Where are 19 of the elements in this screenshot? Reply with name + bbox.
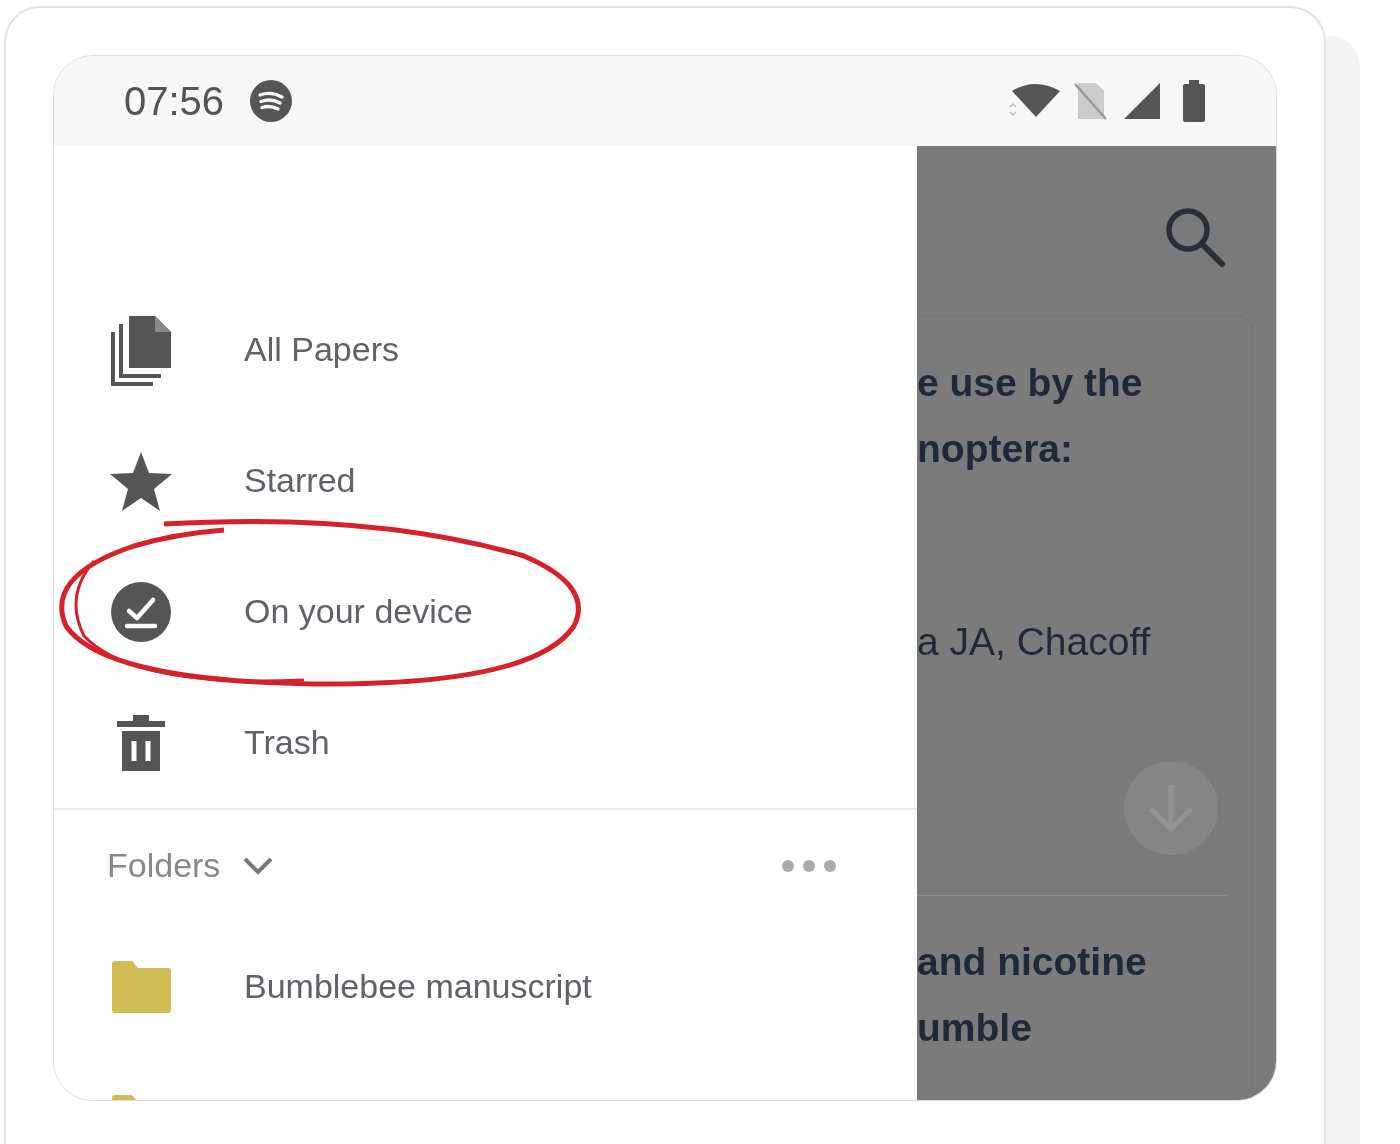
folder-icon bbox=[110, 959, 172, 1014]
drawer-item[interactable]: Starred bbox=[54, 415, 917, 546]
round-stripes-icon bbox=[250, 80, 293, 122]
paper-title: and nicotine umble bbox=[917, 939, 1148, 1051]
folder-item[interactable]: Bumblebee manuscript bbox=[54, 921, 917, 1052]
checkmark-circle-icon bbox=[110, 580, 172, 643]
search-icon[interactable] bbox=[1164, 206, 1226, 268]
battery-icon bbox=[1182, 80, 1206, 122]
folders-toggle[interactable]: Folders bbox=[107, 840, 275, 891]
more-icon[interactable] bbox=[781, 858, 837, 873]
clock: 07:56 bbox=[124, 81, 225, 121]
drawer-item[interactable]: Trash bbox=[54, 677, 917, 808]
drawer-item[interactable]: All Papers bbox=[54, 284, 917, 415]
paper-authors: a JA, Chacoff bbox=[917, 619, 1152, 665]
sim-off-icon bbox=[1072, 81, 1108, 121]
drawer-item[interactable]: On your device bbox=[54, 546, 917, 677]
signal-icon bbox=[1122, 81, 1162, 121]
papers-icon bbox=[109, 313, 173, 386]
paper-title: e use by the noptera: bbox=[917, 360, 1144, 472]
